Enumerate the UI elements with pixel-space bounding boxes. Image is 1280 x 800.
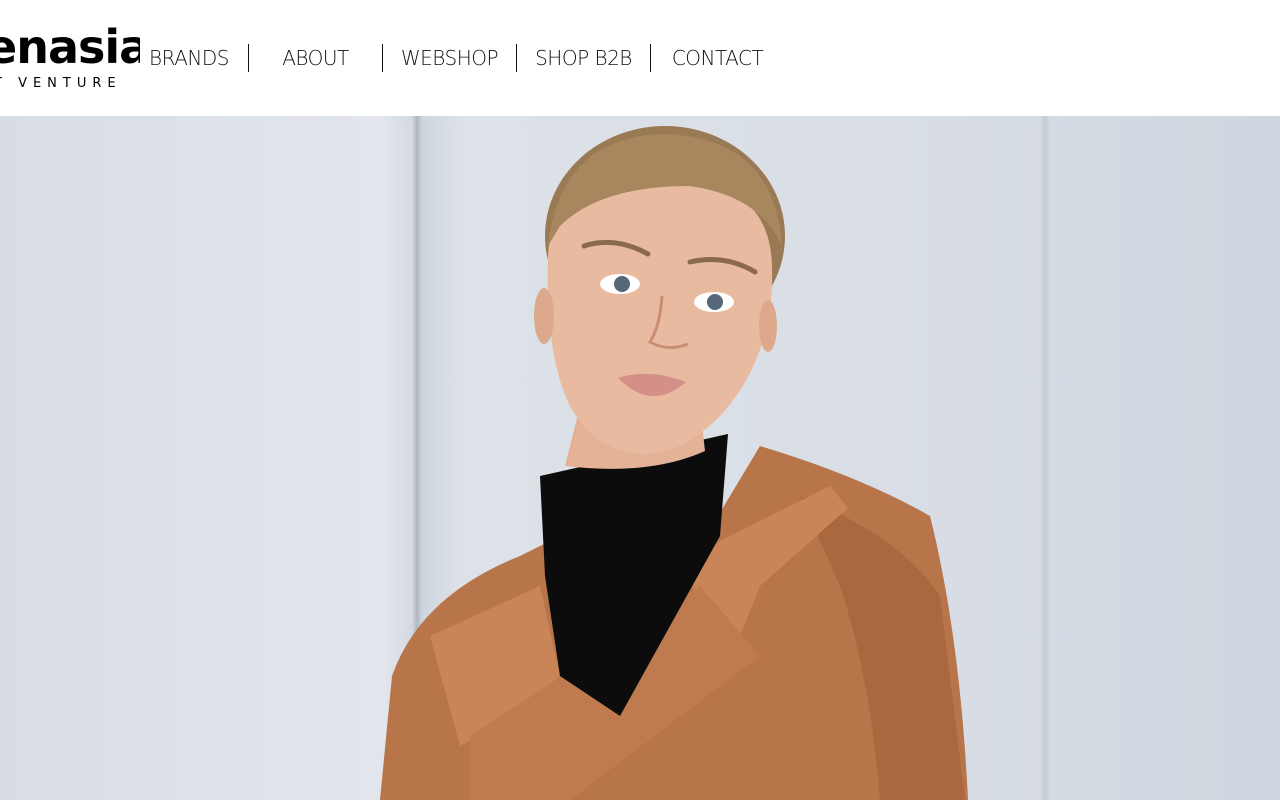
hero-image (0, 116, 1280, 800)
nav-item-brands[interactable]: BRANDS (130, 44, 248, 72)
ear-right (759, 300, 777, 352)
nav-item-shop-b2b[interactable]: SHOP B2B (516, 44, 650, 72)
site-header: enasia T VENTURE BRANDS ABOUT WEBSHOP SH… (0, 0, 1280, 116)
nav-item-about[interactable]: ABOUT (248, 44, 382, 72)
logo-tagline: T VENTURE (0, 76, 122, 91)
main-navigation: BRANDS ABOUT WEBSHOP SHOP B2B CONTACT (130, 40, 784, 76)
model-figure (380, 126, 968, 800)
iris-left (614, 276, 630, 292)
iris-right (707, 294, 723, 310)
nav-item-contact[interactable]: CONTACT (650, 44, 784, 72)
brand-logo[interactable]: enasia T VENTURE (0, 18, 140, 98)
ear-left (534, 288, 554, 344)
nav-item-webshop[interactable]: WEBSHOP (382, 44, 516, 72)
logo-wordmark: enasia (0, 20, 140, 74)
